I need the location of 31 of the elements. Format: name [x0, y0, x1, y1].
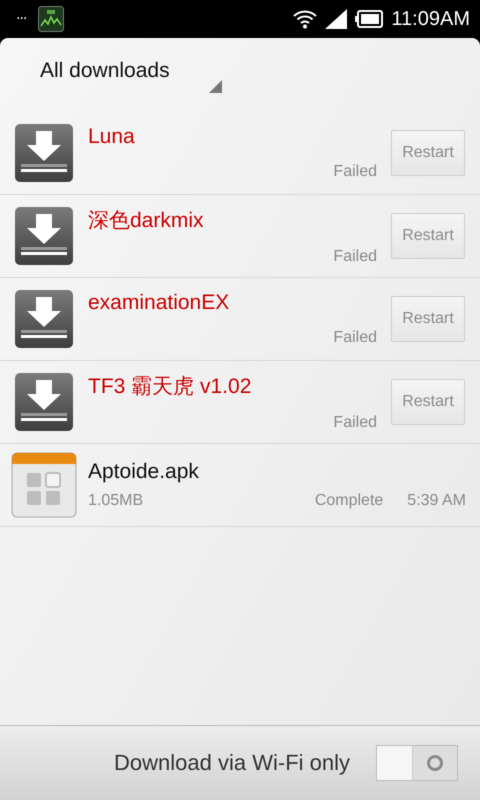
restart-button[interactable]: Restart [391, 379, 465, 425]
file-name: Aptoide.apk [88, 460, 200, 484]
download-icon [14, 123, 74, 183]
restart-button[interactable]: Restart [391, 296, 465, 342]
restart-button[interactable]: Restart [391, 130, 465, 176]
download-icon [14, 289, 74, 349]
download-status: Failed [333, 329, 377, 347]
file-name: examinationEX [88, 291, 230, 315]
file-name: 深色darkmix [88, 208, 205, 234]
package-icon [11, 452, 77, 518]
dropdown-corner-icon [209, 80, 222, 93]
download-status: Complete [314, 492, 384, 510]
download-status: Failed [333, 414, 377, 432]
clock-time: 11:09AM [391, 8, 470, 30]
download-status: Failed [333, 163, 377, 181]
file-size: 1.05MB [88, 492, 144, 510]
file-name: TF3 霸天虎 v1.02 [88, 374, 252, 400]
download-status: Failed [333, 248, 377, 266]
wifi-icon [293, 9, 318, 29]
overflow-menu[interactable]: ··· [16, 11, 26, 27]
wifi-only-label: Download via Wi-Fi only [114, 750, 350, 776]
equalizer-icon[interactable] [38, 6, 64, 32]
wifi-only-toggle[interactable] [376, 745, 458, 781]
file-name: Luna [88, 125, 136, 149]
signal-icon [325, 9, 348, 29]
download-time: 5:39 AM [407, 492, 466, 510]
restart-button[interactable]: Restart [391, 213, 465, 259]
filter-dropdown[interactable]: All downloads [32, 53, 222, 97]
battery-icon [355, 10, 384, 28]
download-icon [14, 206, 74, 266]
download-icon [14, 372, 74, 432]
